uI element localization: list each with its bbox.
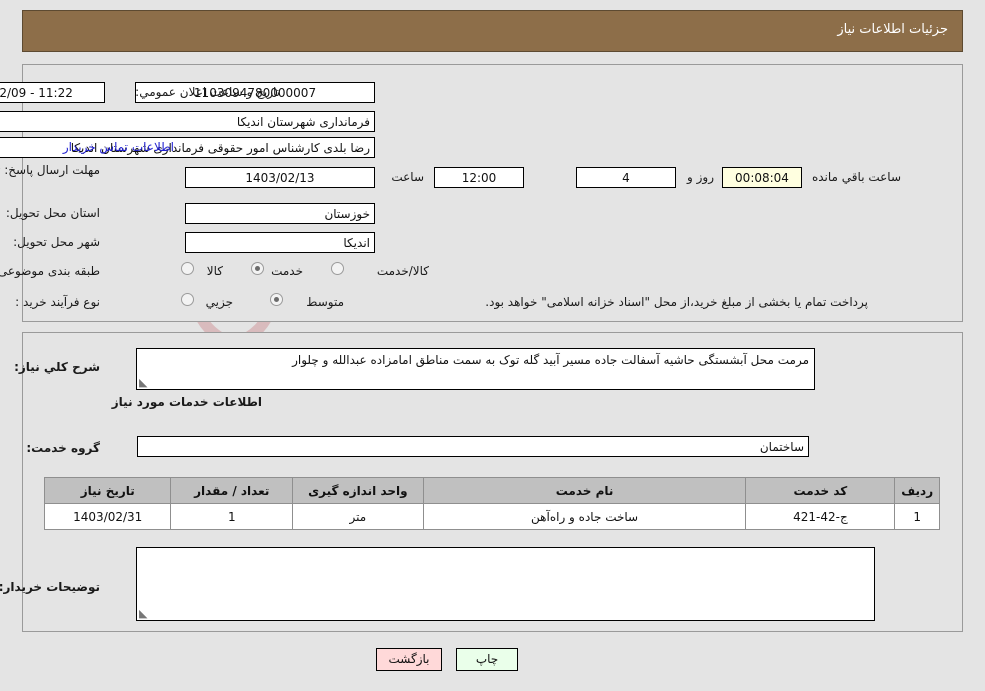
response-deadline-label-text: مهلت ارسال پاسخ: تا تاریخ: [0,163,100,177]
cell-quantity: 1 [170,503,294,530]
announce-datetime-label: تاریخ و ساعت اعلان عمومي: [135,85,280,99]
buyer-notes-label: توضیحات خریدار: [0,580,100,594]
cell-index: 1 [894,503,940,530]
table-row: 1 ج-42-421 ساخت جاده و راه‌آهن متر 1 140… [43,503,940,530]
buyer-contact-link[interactable]: اطلاعات تماس خریدار [63,140,174,154]
delivery-city-label: شهر محل تحویل: [13,235,100,249]
treasury-bond-note: پرداخت تمام یا بخشی از مبلغ خرید،از محل … [485,295,868,309]
radio-category-goods-service-label: کالا/خدمت [376,264,429,278]
column-header-date: تاریخ نیاز [43,477,172,504]
delivery-province-value: خوزستان [185,203,375,224]
radio-process-medium[interactable] [270,293,283,306]
back-button[interactable]: بازگشت [376,648,442,671]
days-remaining-label: روز و [687,170,714,184]
deadline-time-value: 12:00 [434,167,524,188]
print-button[interactable]: چاپ [456,648,518,671]
general-description-label: شرح کلي نیاز: [14,360,100,374]
radio-category-service[interactable] [251,262,264,275]
services-section-title: اطلاعات خدمات مورد نیاز [111,395,262,409]
deadline-date-value: 1403/02/13 [185,167,375,188]
countdown-label: ساعت باقي مانده [811,170,901,184]
resize-grip-icon[interactable]: ◢ [139,607,149,620]
column-header-unit: واحد اندازه گیری [292,477,424,504]
services-table: ردیف کد خدمت نام خدمت واحد اندازه گیری ت… [43,477,940,530]
cell-name: ساخت جاده و راه‌آهن [422,503,747,530]
announce-datetime-value: 11:22 - 1403/02/09 [0,82,105,103]
countdown-value: 00:08:04 [722,167,802,188]
page-header-bar: جزئیات اطلاعات نیاز [22,10,963,52]
purchase-process-label: نوع فرآیند خرید : [15,295,100,309]
radio-category-goods-service[interactable] [331,262,344,275]
page-title: جزئیات اطلاعات نیاز [837,22,948,37]
radio-process-medium-label: متوسط [306,295,344,309]
general-description-value: مرمت محل آبشستگی حاشیه آسفالت جاده مسیر … [292,353,809,367]
radio-process-minor-label: جزیي [205,295,233,309]
resize-grip-icon[interactable]: ◢ [139,376,149,389]
response-deadline-label: مهلت ارسال پاسخ: تا تاریخ: [0,163,100,177]
radio-category-goods[interactable] [181,262,194,275]
delivery-city-value: اندیکا [185,232,375,253]
delivery-province-label: استان محل تحویل: [5,206,100,220]
buyer-notes-textarea[interactable]: ◢ [136,547,875,621]
table-header-row: ردیف کد خدمت نام خدمت واحد اندازه گیری ت… [43,477,940,504]
column-header-index: ردیف [894,477,940,504]
column-header-name: نام خدمت [422,477,747,504]
cell-code: ج-42-421 [745,503,896,530]
days-remaining-value: 4 [576,167,676,188]
subject-category-label: طبقه بندی موضوعی: [0,264,100,278]
cell-need-date: 1403/02/31 [43,503,172,530]
need-details-page: AriaTender.net جزئیات اطلاعات نیاز شماره… [0,0,985,691]
radio-category-service-label: خدمت [271,264,303,278]
service-group-value: ساختمان [137,436,809,457]
buyer-org-value: فرمانداری شهرستان اندیکا [0,111,375,132]
cell-unit: متر [292,503,424,530]
radio-category-goods-label: کالا [206,264,223,278]
radio-process-minor[interactable] [181,293,194,306]
deadline-hour-label: ساعت [391,170,424,184]
column-header-code: کد خدمت [745,477,896,504]
general-description-textarea[interactable]: مرمت محل آبشستگی حاشیه آسفالت جاده مسیر … [136,348,815,390]
service-group-label: گروه خدمت: [26,441,100,455]
request-creator-value: رضا بلدی کارشناس امور حقوقی فرمانداری شه… [0,137,375,158]
column-header-quantity: تعداد / مقدار [170,477,294,504]
